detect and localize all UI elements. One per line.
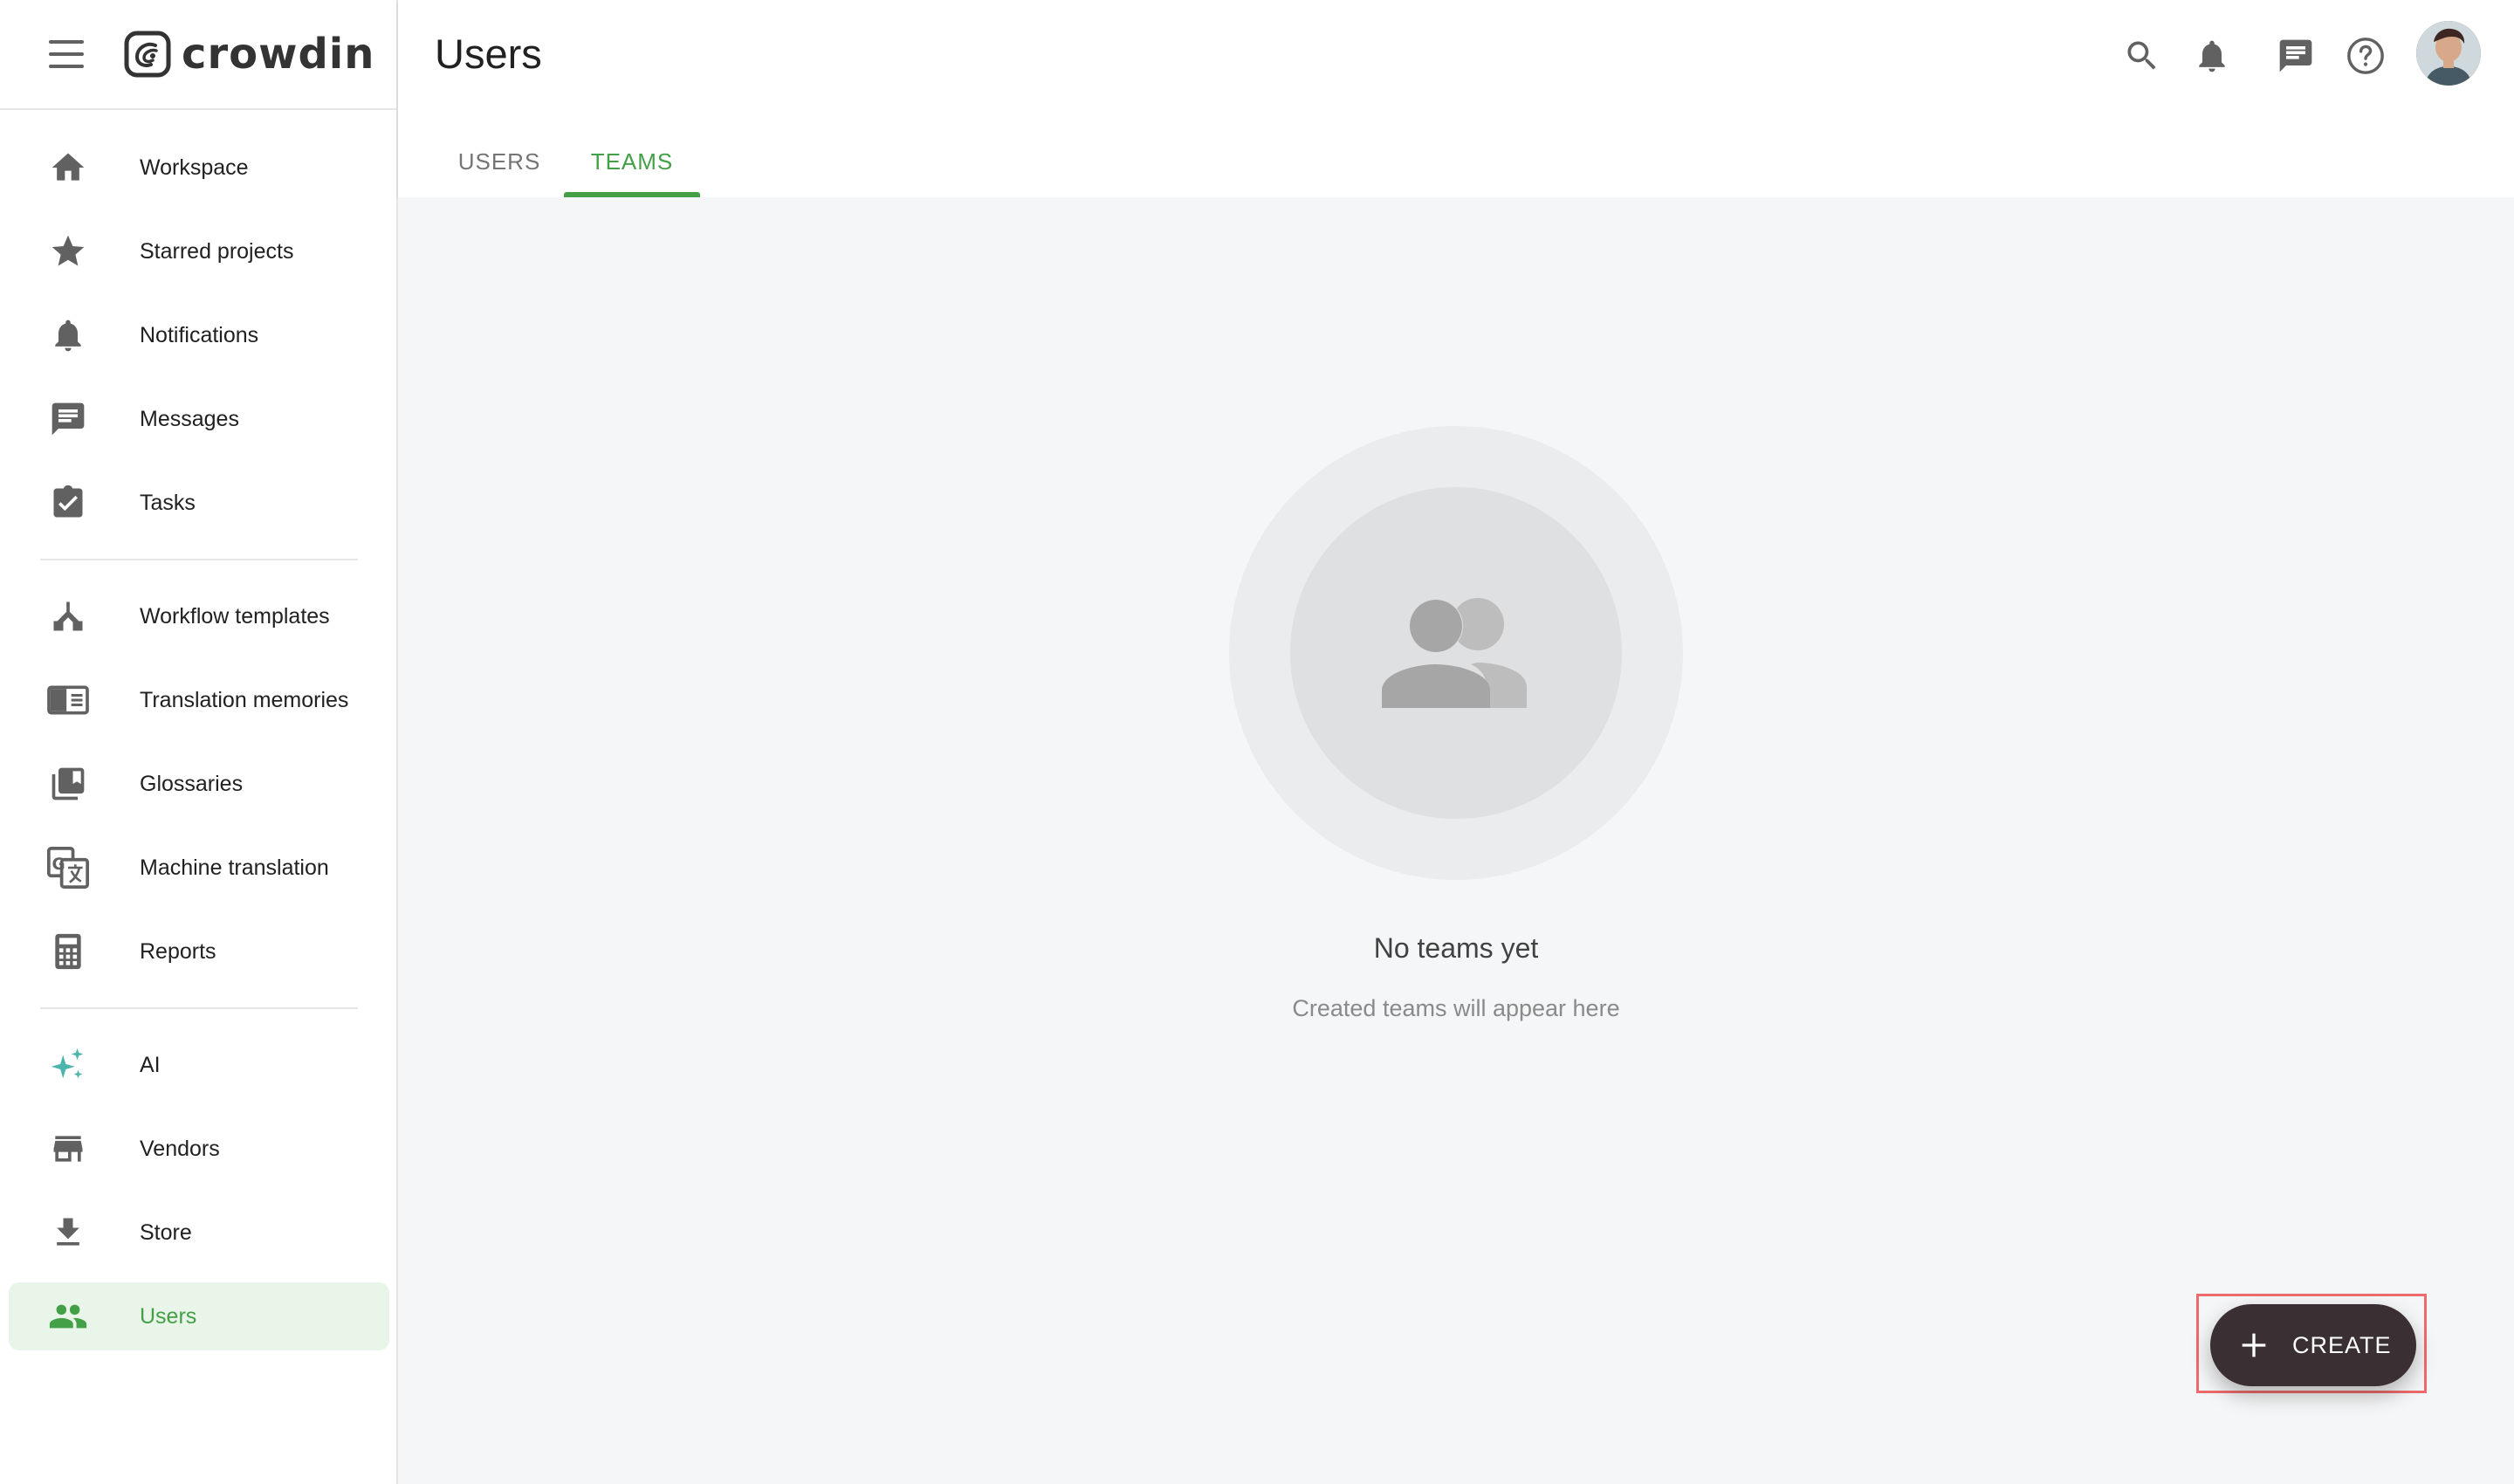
sidebar-item-label: Machine translation (140, 855, 329, 880)
sidebar-item-starred[interactable]: Starred projects (9, 217, 389, 285)
empty-state-title: No teams yet (1373, 932, 1539, 964)
main-content: No teams yet Created teams will appear h… (398, 197, 2514, 1484)
menu-icon[interactable] (49, 40, 84, 68)
sidebar-item-users[interactable]: Users (9, 1282, 389, 1350)
brand-bar: crowdin (0, 0, 396, 110)
sidebar-item-workspace[interactable]: Workspace (9, 134, 389, 202)
library-icon (47, 763, 89, 805)
page-title: Users (435, 31, 542, 77)
sidebar-divider (40, 559, 358, 560)
sparkle-icon (47, 1044, 89, 1086)
sidebar-item-label: Store (140, 1219, 192, 1245)
calculator-icon (47, 931, 89, 972)
sidebar-item-tasks[interactable]: Tasks (9, 469, 389, 537)
sidebar-item-store[interactable]: Store (9, 1199, 389, 1267)
sidebar-item-label: Vendors (140, 1136, 220, 1161)
sidebar-item-machine-translation[interactable]: G Machine translation (9, 834, 389, 902)
bell-icon (47, 314, 89, 356)
clipboard-check-icon (47, 482, 89, 524)
sidebar-item-workflow-templates[interactable]: Workflow templates (9, 582, 389, 650)
sidebar-item-label: Reports (140, 938, 216, 964)
sidebar-item-translation-memories[interactable]: Translation memories (9, 666, 389, 734)
users-icon (47, 1295, 89, 1337)
logo[interactable]: crowdin (124, 30, 374, 79)
teams-icon (1382, 598, 1527, 708)
tab-teams[interactable]: TEAMS (564, 126, 700, 197)
chat-icon[interactable] (2275, 35, 2317, 77)
sidebar-item-reports[interactable]: Reports (9, 917, 389, 986)
sidebar-item-label: Users (140, 1303, 197, 1329)
sidebar-divider (40, 1007, 358, 1009)
logo-text: crowdin (182, 30, 375, 79)
svg-text:G: G (52, 855, 65, 874)
sidebar-item-glossaries[interactable]: Glossaries (9, 750, 389, 818)
create-button[interactable]: CREATE (2210, 1304, 2416, 1386)
avatar[interactable] (2416, 21, 2481, 86)
sidebar-item-label: Notifications (140, 322, 259, 347)
sidebar-item-label: Workspace (140, 155, 249, 180)
workflow-icon (47, 595, 89, 637)
book-open-icon (47, 679, 89, 721)
empty-state-illustration (1229, 426, 1683, 880)
sidebar-item-vendors[interactable]: Vendors (9, 1115, 389, 1183)
sidebar-item-label: Starred projects (140, 238, 294, 264)
app-header: Users USERS TEAMS (398, 0, 2514, 197)
sidebar-item-messages[interactable]: Messages (9, 385, 389, 453)
download-icon (47, 1212, 89, 1254)
sidebar-item-label: Workflow templates (140, 603, 330, 629)
translate-icon: G (47, 847, 89, 889)
sidebar: crowdin Workspace Starred projects Notif… (0, 0, 398, 1484)
star-icon (47, 230, 89, 272)
plus-icon (2242, 1333, 2266, 1357)
store-icon (47, 1128, 89, 1170)
sidebar-item-label: AI (140, 1052, 161, 1077)
create-button-label: CREATE (2292, 1331, 2392, 1358)
message-icon (47, 398, 89, 440)
tab-users[interactable]: USERS (447, 126, 552, 197)
bell-icon[interactable] (2191, 35, 2233, 77)
empty-state-subtitle: Created teams will appear here (1292, 995, 1620, 1021)
sidebar-item-label: Translation memories (140, 687, 349, 712)
crowdin-logo-icon (124, 31, 171, 78)
sidebar-item-ai[interactable]: AI (9, 1031, 389, 1099)
empty-state-circle (1290, 487, 1622, 819)
sidebar-item-label: Messages (140, 406, 239, 431)
sidebar-item-notifications[interactable]: Notifications (9, 301, 389, 369)
sidebar-item-label: Tasks (140, 490, 196, 515)
sidebar-item-label: Glossaries (140, 771, 244, 796)
home-icon (47, 147, 89, 189)
search-icon[interactable] (2121, 35, 2163, 77)
help-icon[interactable] (2345, 35, 2387, 77)
